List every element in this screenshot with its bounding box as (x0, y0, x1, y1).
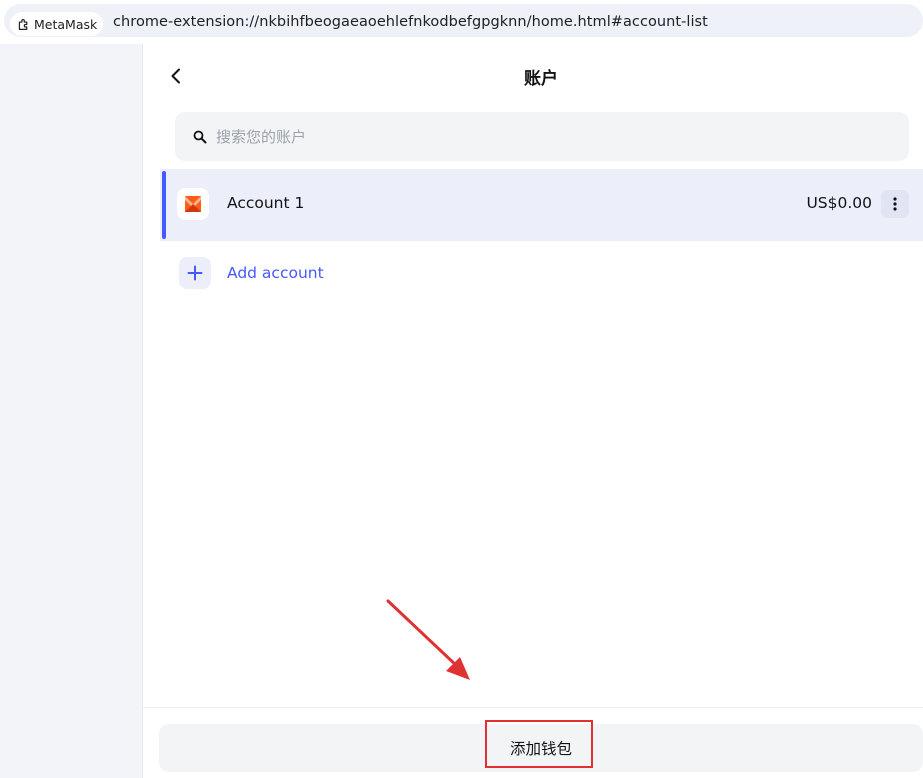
url-text[interactable]: chrome-extension://nkbihfbeogaeaoehlefnk… (113, 14, 708, 30)
account-balance: US$0.00 (806, 194, 872, 212)
search-bar[interactable] (175, 112, 909, 161)
selected-indicator (162, 171, 166, 239)
puzzle-icon (18, 18, 28, 30)
footer-divider (143, 707, 923, 708)
more-vertical-icon (893, 197, 897, 211)
add-account-icon-box (179, 256, 211, 289)
extension-chip-label: MetaMask (34, 16, 98, 32)
search-icon (193, 130, 207, 144)
extension-chip[interactable]: MetaMask (10, 12, 103, 36)
account-options-button[interactable] (881, 190, 909, 218)
omnibox[interactable]: MetaMask chrome-extension://nkbihfbeogae… (4, 4, 923, 37)
account-name: Account 1 (227, 194, 305, 212)
annotation-arrow-icon (386, 599, 470, 680)
arrow-left-icon (171, 68, 180, 84)
account-avatar-icon (185, 196, 201, 212)
plus-icon (187, 265, 203, 280)
add-account-label: Add account (227, 263, 324, 282)
add-wallet-button[interactable]: 添加钱包 (159, 724, 923, 772)
browser-address-bar: MetaMask chrome-extension://nkbihfbeogae… (0, 0, 923, 44)
add-wallet-label: 添加钱包 (509, 740, 572, 758)
left-background (0, 44, 143, 778)
back-button[interactable] (164, 64, 188, 88)
account-row[interactable]: Account 1 US$0.00 (160, 169, 923, 241)
add-account-button[interactable]: Add account (179, 256, 324, 289)
account-avatar (177, 188, 209, 220)
search-input[interactable] (216, 127, 856, 146)
page-title: 账户 (524, 69, 558, 89)
